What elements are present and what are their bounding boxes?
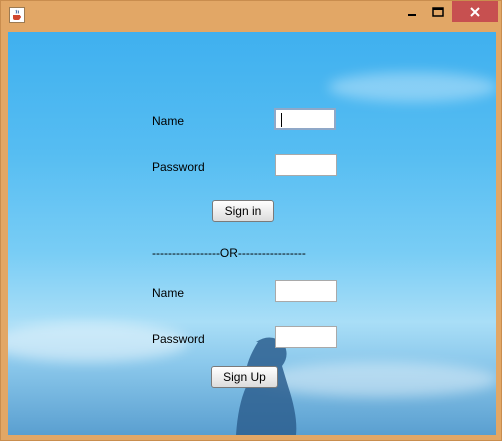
- signup-password-field[interactable]: [275, 326, 337, 348]
- close-button[interactable]: [452, 1, 498, 22]
- signup-name-field[interactable]: [275, 280, 337, 302]
- text-caret: [281, 113, 282, 127]
- sign-up-button[interactable]: Sign Up: [211, 366, 278, 388]
- background-cloud: [328, 72, 496, 102]
- close-icon: [470, 6, 480, 17]
- minimize-button[interactable]: [399, 1, 425, 22]
- or-separator: -----------------OR-----------------: [152, 246, 306, 260]
- signin-name-field[interactable]: [274, 108, 336, 130]
- form-panel: Name Password Sign in -----------------O…: [8, 32, 496, 435]
- signin-name-label: Name: [152, 114, 185, 128]
- signin-password-label: Password: [152, 160, 205, 174]
- java-cup-icon[interactable]: [9, 7, 25, 23]
- app-window: Name Password Sign in -----------------O…: [0, 0, 502, 441]
- title-bar[interactable]: [1, 1, 501, 31]
- maximize-button[interactable]: [425, 1, 451, 22]
- signup-password-label: Password: [152, 332, 205, 346]
- minimize-icon: [408, 13, 416, 16]
- maximize-icon: [432, 6, 444, 17]
- signin-password-field[interactable]: [275, 154, 337, 176]
- sign-in-button[interactable]: Sign in: [212, 200, 274, 222]
- signup-name-label: Name: [152, 286, 185, 300]
